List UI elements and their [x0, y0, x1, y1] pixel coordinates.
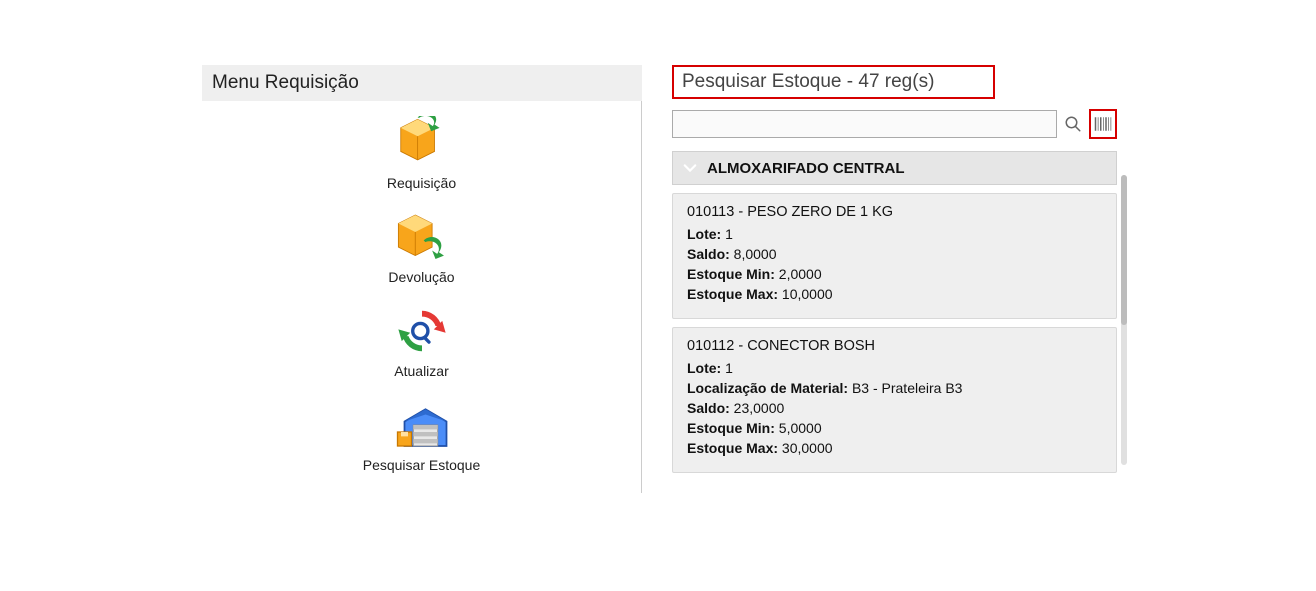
barcode-icon [1094, 116, 1112, 132]
menu-item-devolucao[interactable]: Devolução [388, 207, 454, 285]
menu-item-label: Requisição [387, 175, 456, 191]
stock-loc-row: Localização de Material: B3 - Prateleira… [687, 380, 1102, 396]
stock-lote-row: Lote: 1 [687, 226, 1102, 242]
stock-saldo-row: Saldo: 8,0000 [687, 246, 1102, 262]
menu-item-label: Devolução [388, 269, 454, 285]
barcode-highlight [1089, 109, 1117, 139]
scrollbar-thumb[interactable] [1121, 175, 1127, 325]
menu-item-label: Atualizar [394, 363, 448, 379]
search-input[interactable] [672, 110, 1057, 138]
group-title: ALMOXARIFADO CENTRAL [707, 160, 905, 177]
box-request-icon [391, 113, 451, 173]
menu-item-atualizar[interactable]: Atualizar [392, 301, 452, 379]
stock-lote-row: Lote: 1 [687, 360, 1102, 376]
menu-requisicao-title: Menu Requisição [212, 72, 359, 94]
menu-requisicao-panel: Menu Requisição Requisição [202, 65, 642, 493]
search-button[interactable] [1061, 111, 1085, 137]
scrollbar[interactable] [1121, 175, 1127, 465]
menu-list: Requisição Devolução [202, 101, 642, 493]
menu-item-pesquisar-estoque[interactable]: Pesquisar Estoque [363, 395, 481, 473]
menu-item-requisicao[interactable]: Requisição [387, 113, 456, 191]
pesquisar-estoque-header: Pesquisar Estoque - 47 reg(s) [672, 65, 995, 99]
stock-saldo-row: Saldo: 23,0000 [687, 400, 1102, 416]
barcode-button[interactable] [1092, 113, 1114, 135]
stock-min-row: Estoque Min: 2,0000 [687, 266, 1102, 282]
menu-requisicao-header: Menu Requisição [202, 65, 642, 101]
stock-item-card[interactable]: 010113 - PESO ZERO DE 1 KG Lote: 1 Saldo… [672, 193, 1117, 319]
pesquisar-estoque-panel: Pesquisar Estoque - 47 reg(s) [672, 65, 1117, 473]
stock-item-card[interactable]: 010112 - CONECTOR BOSH Lote: 1 Localizaç… [672, 327, 1117, 473]
chevron-down-icon [683, 161, 697, 175]
stock-item-title: 010113 - PESO ZERO DE 1 KG [687, 204, 1102, 220]
pesquisar-estoque-title: Pesquisar Estoque - 47 reg(s) [682, 71, 934, 93]
stock-max-row: Estoque Max: 10,0000 [687, 286, 1102, 302]
refresh-icon [392, 301, 452, 361]
box-return-icon [392, 207, 452, 267]
menu-item-label: Pesquisar Estoque [363, 457, 481, 473]
stock-max-row: Estoque Max: 30,0000 [687, 440, 1102, 456]
search-icon [1064, 115, 1082, 133]
group-header[interactable]: ALMOXARIFADO CENTRAL [672, 151, 1117, 185]
search-row [672, 109, 1117, 139]
warehouse-icon [392, 395, 452, 455]
stock-min-row: Estoque Min: 5,0000 [687, 420, 1102, 436]
stock-item-title: 010112 - CONECTOR BOSH [687, 338, 1102, 354]
